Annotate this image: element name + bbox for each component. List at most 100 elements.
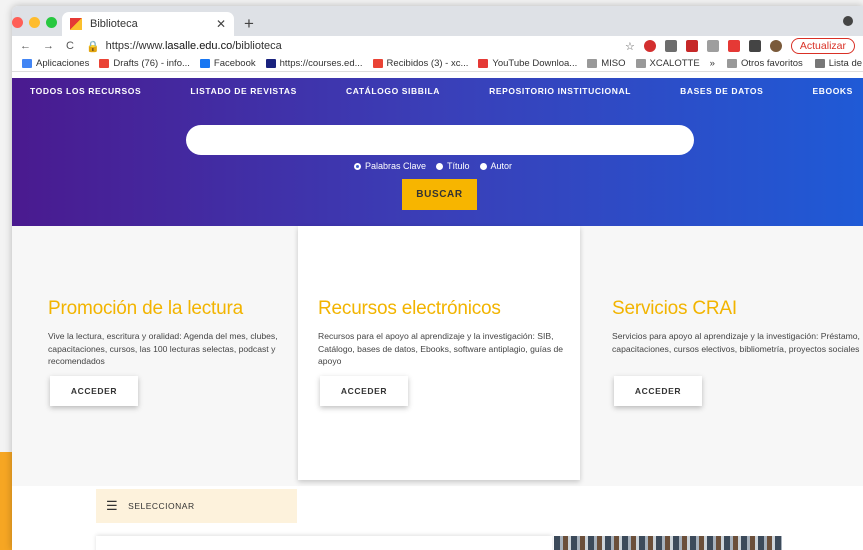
bookmark-label: Aplicaciones (36, 58, 90, 69)
nav-item[interactable]: EBOOKS (812, 86, 852, 96)
radio-icon (479, 162, 487, 170)
hero-section: TODOS LOS RECURSOS LISTADO DE REVISTAS C… (12, 78, 863, 226)
decorative-stripe (0, 452, 12, 550)
reading-list-icon (814, 59, 825, 68)
extension-icon[interactable] (643, 40, 656, 52)
search-options: Palabras Clave Título Autor (354, 161, 512, 171)
bookmark-label: YouTube Downloa... (492, 58, 578, 69)
edx-icon (265, 59, 276, 68)
bookmark-label: Facebook (213, 58, 256, 69)
nav-item[interactable]: REPOSITORIO INSTITUCIONAL (489, 86, 631, 96)
filter-icon: ☰ (106, 498, 119, 513)
new-tab-icon[interactable]: + (244, 14, 254, 34)
star-icon[interactable]: ☆ (625, 40, 635, 53)
radio-label: Título (447, 161, 470, 171)
bookmark-label: XCALOTTE (649, 58, 700, 69)
bookmark-item[interactable]: https://courses.ed... (265, 58, 363, 69)
card-title: Servicios CRAI (612, 298, 737, 319)
youtube-icon (478, 59, 489, 68)
access-button[interactable]: ACCEDER (614, 376, 702, 406)
browser-window: Biblioteca ✕ + ← → C 🔒 https://www.lasal… (12, 6, 863, 550)
bookmark-label: Lista de lectura (828, 58, 863, 69)
radio-label: Palabras Clave (365, 161, 427, 171)
window-controls (12, 17, 57, 28)
close-window-icon[interactable] (12, 17, 23, 28)
browser-toolbar: ← → C 🔒 https://www.lasalle.edu.co/bibli… (12, 36, 863, 56)
address-bar[interactable]: 🔒 https://www.lasalle.edu.co/biblioteca (86, 40, 613, 53)
bookmark-item[interactable]: Recibidos (3) - xc... (372, 58, 469, 69)
radio-icon (436, 162, 444, 170)
radio-selected-icon (354, 162, 361, 170)
gmail-icon (372, 59, 383, 68)
bookmark-label: Drafts (76) - info... (113, 58, 190, 69)
update-button[interactable]: Actualizar (790, 38, 855, 54)
select-label: SELECCIONAR (128, 501, 195, 511)
bookmark-label: MISO (601, 58, 626, 69)
access-button[interactable]: ACCEDER (50, 376, 138, 406)
bookmark-item[interactable]: Facebook (199, 58, 256, 69)
select-dropdown[interactable]: ☰ SELECCIONAR (96, 489, 297, 523)
library-photo (554, 536, 782, 550)
nav-item[interactable]: BASES DE DATOS (680, 86, 763, 96)
card-description: Vive la lectura, escritura y oralidad: A… (48, 331, 278, 366)
main-nav: TODOS LOS RECURSOS LISTADO DE REVISTAS C… (12, 78, 863, 96)
nav-item[interactable]: TODOS LOS RECURSOS (30, 86, 141, 96)
more-bookmarks-icon[interactable]: » (710, 58, 715, 69)
radio-label: Autor (490, 161, 513, 171)
content-panel (96, 536, 552, 550)
card-title: Promoción de la lectura (48, 298, 244, 319)
extension-icon[interactable] (664, 40, 677, 52)
gmail-icon (99, 59, 110, 68)
bookmark-label: Recibidos (3) - xc... (386, 58, 469, 69)
tab-title: Biblioteca (90, 18, 138, 30)
bookmark-item[interactable]: YouTube Downloa... (478, 58, 577, 69)
url-path: /biblioteca (232, 40, 282, 52)
nav-item[interactable]: LISTADO DE REVISTAS (190, 86, 296, 96)
folder-icon (635, 59, 646, 68)
reading-list[interactable]: Lista de lectura (814, 58, 863, 69)
nav-item[interactable]: CATÁLOGO SIBBILA (346, 86, 440, 96)
apps-icon (22, 59, 32, 68)
card-servicios: Servicios CRAI Servicios para apoyo al a… (592, 226, 863, 480)
card-title: Recursos electrónicos (318, 298, 501, 319)
back-icon[interactable]: ← (20, 40, 31, 52)
radio-autor[interactable]: Autor (479, 161, 513, 171)
search-input[interactable] (186, 125, 694, 155)
tab-strip: Biblioteca ✕ + (12, 6, 863, 36)
radio-palabras-clave[interactable]: Palabras Clave (354, 161, 426, 171)
browser-tab[interactable]: Biblioteca ✕ (62, 12, 234, 36)
bookmark-label: Otros favoritos (740, 58, 803, 69)
bookmark-item[interactable]: Aplicaciones (22, 58, 89, 69)
lock-icon: 🔒 (85, 40, 100, 53)
bookmarks-bar: Aplicaciones Drafts (76) - info... Faceb… (12, 56, 863, 72)
radio-titulo[interactable]: Título (436, 161, 470, 171)
card-description: Recursos para el apoyo al aprendizaje y … (318, 331, 564, 366)
access-button[interactable]: ACCEDER (320, 376, 408, 406)
close-tab-icon[interactable]: ✕ (216, 17, 226, 31)
extension-icon[interactable] (685, 40, 698, 52)
site-favicon-icon (70, 18, 82, 30)
bookmark-item[interactable]: Otros favoritos (726, 58, 803, 69)
bookmark-label: https://courses.ed... (279, 58, 363, 69)
profile-dot-icon[interactable] (843, 16, 853, 26)
bookmark-item[interactable]: XCALOTTE (635, 58, 700, 69)
extension-icon[interactable] (727, 40, 740, 52)
cards-section: Promoción de la lectura Vive la lectura,… (12, 226, 863, 486)
folder-icon (587, 59, 598, 68)
extension-icon[interactable] (706, 40, 719, 52)
card-promocion: Promoción de la lectura Vive la lectura,… (28, 226, 310, 480)
folder-icon (726, 59, 737, 68)
bookmark-item[interactable]: Drafts (76) - info... (99, 58, 190, 69)
search-button[interactable]: BUSCAR (402, 179, 477, 210)
card-description: Servicios para apoyo al aprendizaje y la… (612, 331, 860, 354)
extensions-area: ☆ Actualizar (625, 38, 855, 54)
bookmark-item[interactable]: MISO (587, 58, 626, 69)
card-recursos: Recursos electrónicos Recursos para el a… (298, 226, 580, 480)
maximize-window-icon[interactable] (46, 17, 57, 28)
forward-icon[interactable]: → (43, 40, 54, 52)
avatar[interactable] (769, 40, 782, 52)
reload-icon[interactable]: C (66, 40, 74, 52)
puzzle-icon[interactable] (748, 40, 761, 52)
minimize-window-icon[interactable] (29, 17, 40, 28)
url-prefix: https://www. (105, 40, 165, 52)
